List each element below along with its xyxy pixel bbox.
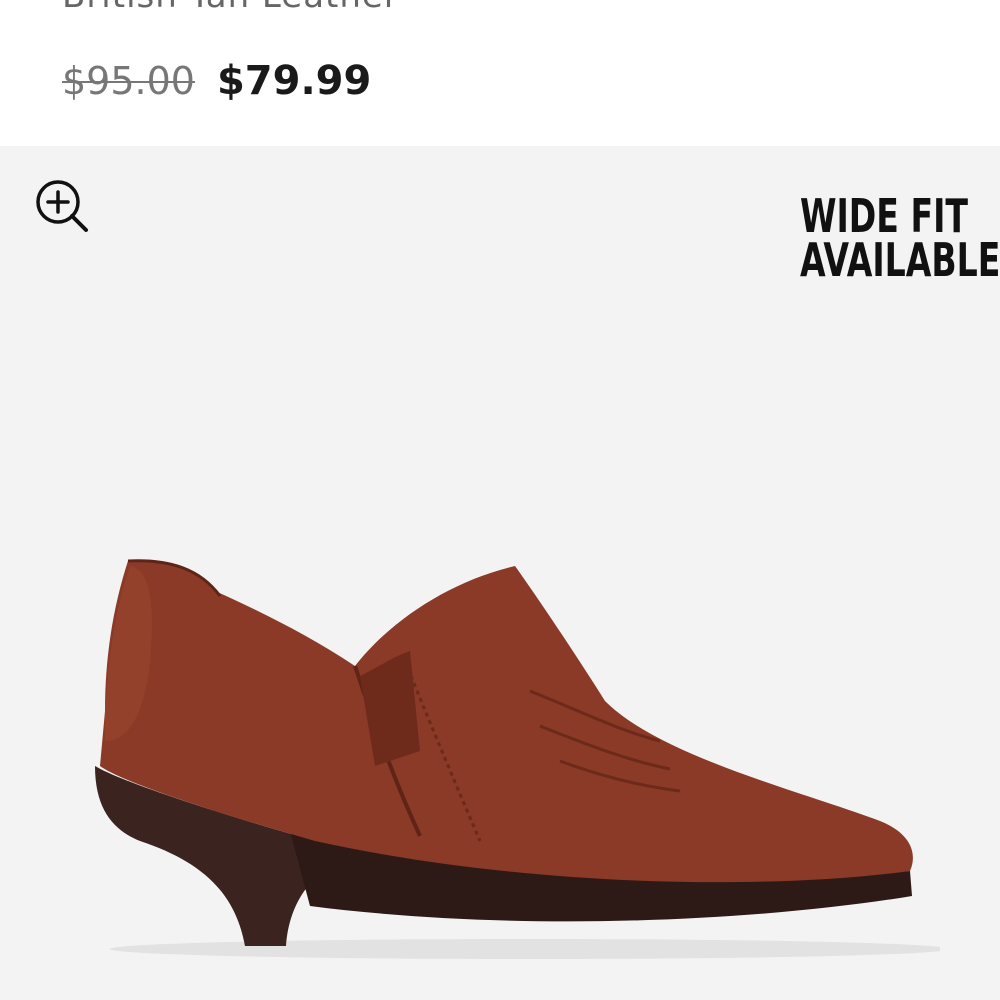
product-image-gallery[interactable]: WIDE FIT AVAILABLE (0, 146, 1000, 1000)
zoom-in-icon (36, 180, 88, 232)
badge-line-2: AVAILABLE (799, 233, 1000, 287)
shoe-image (95, 559, 940, 959)
zoom-button[interactable] (32, 176, 92, 236)
product-color-name: British Tan Leather (62, 0, 399, 16)
badge-line-1: WIDE FIT (799, 189, 968, 243)
wide-fit-badge: WIDE FIT AVAILABLE (799, 189, 1000, 287)
sale-price: $79.99 (216, 58, 372, 104)
product-header: British Tan Leather $95.00 $79.99 (0, 0, 1000, 146)
original-price: $95.00 (62, 59, 195, 103)
price-row: $95.00 $79.99 (62, 58, 371, 104)
